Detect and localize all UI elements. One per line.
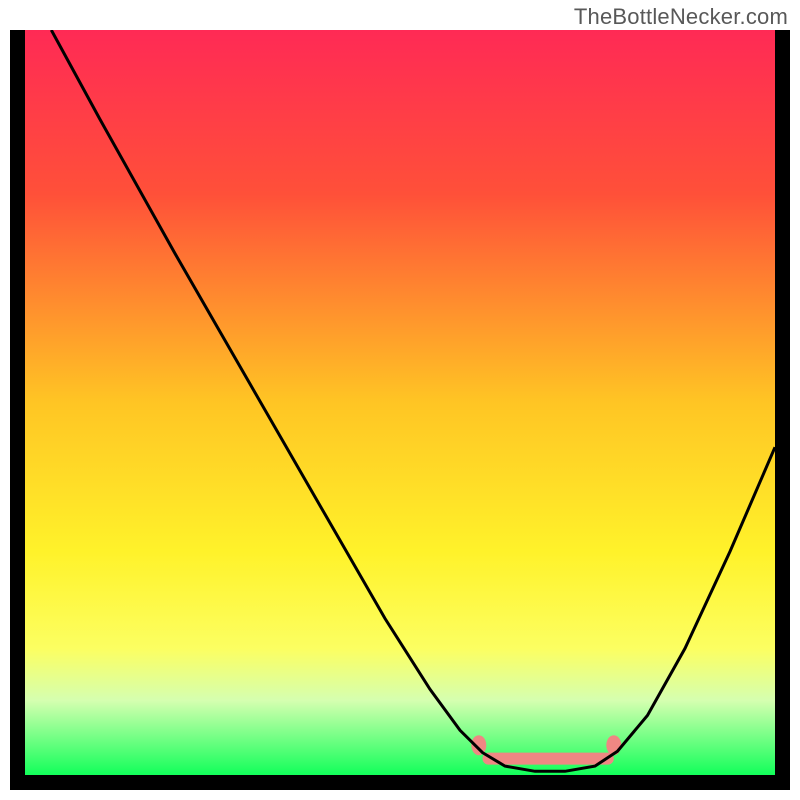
chart-frame <box>10 30 790 790</box>
bottleneck-chart <box>10 30 790 790</box>
watermark-label: TheBottleNecker.com <box>574 4 788 30</box>
plot-gradient-area <box>25 30 775 775</box>
